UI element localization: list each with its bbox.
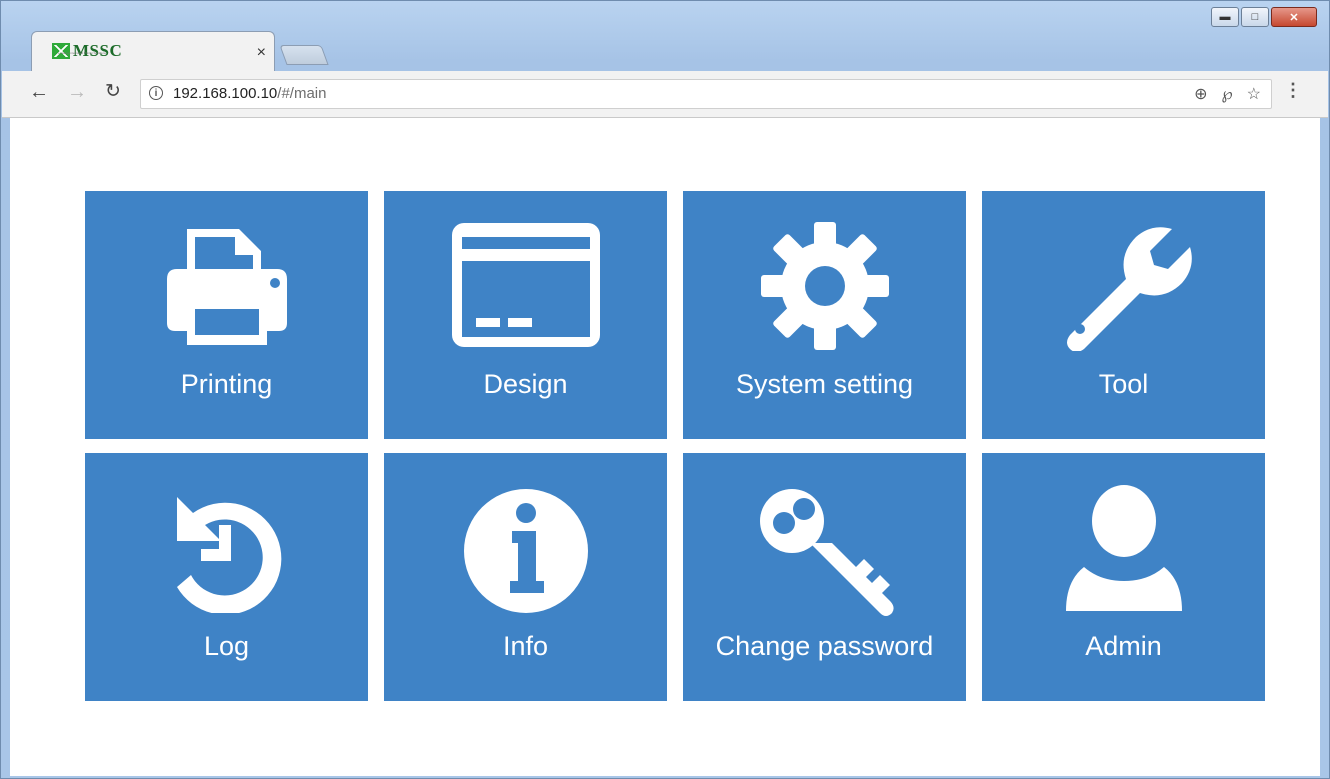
menu-grid: Printing Design System setting Tool Log …: [85, 191, 1265, 701]
close-window-button[interactable]: ✕: [1271, 7, 1317, 27]
new-tab-button[interactable]: [279, 45, 329, 65]
back-icon[interactable]: ←: [28, 81, 50, 103]
history-icon: [176, 497, 281, 613]
tile-label: Change password: [715, 631, 934, 661]
zoom-icon[interactable]: ⊕: [1194, 84, 1207, 104]
url-text[interactable]: 192.168.100.10/#/main: [173, 85, 326, 102]
user-icon: [1065, 485, 1182, 611]
site-info-icon[interactable]: i: [149, 86, 163, 100]
pin-icon[interactable]: ℘: [1222, 84, 1233, 104]
page-content: Printing Design System setting Tool Log …: [10, 118, 1320, 776]
tile-label: Tool: [1098, 369, 1149, 399]
tile-label: Log: [203, 631, 250, 661]
url-path: /#/main: [277, 85, 327, 102]
window-controls: ▬ □ ✕: [1211, 7, 1317, 27]
browser-menu-icon[interactable]: ⋮: [1284, 81, 1302, 99]
browser-tab[interactable]: MSSC Leading Integrated Printer Solution…: [31, 31, 275, 72]
url-host: 192.168.100.10: [173, 85, 278, 102]
logo-tagline: Leading Integrated Printer Solutions: [58, 51, 106, 55]
tile-admin[interactable]: Admin: [982, 453, 1265, 701]
reload-icon[interactable]: ↻: [102, 81, 124, 103]
tile-label: Admin: [1085, 631, 1162, 661]
info-icon: [463, 489, 588, 613]
browser-toolbar: ← → ↻ i 192.168.100.10/#/main ⊕ ℘ ☆ ⋮: [2, 71, 1328, 118]
wrench-icon: [1066, 227, 1192, 351]
forward-icon[interactable]: →: [66, 81, 88, 103]
tile-tool[interactable]: Tool: [982, 191, 1265, 439]
gear-icon: [760, 222, 889, 350]
omnibox-icons: ⊕ ℘ ☆: [1194, 84, 1261, 104]
tile-label: Design: [483, 369, 568, 399]
tile-design[interactable]: Design: [384, 191, 667, 439]
printer-icon: [166, 229, 287, 345]
tile-info[interactable]: Info: [384, 453, 667, 701]
minimize-button[interactable]: ▬: [1211, 7, 1239, 27]
bookmark-star-icon[interactable]: ☆: [1247, 84, 1261, 104]
tile-printing[interactable]: Printing: [85, 191, 368, 439]
tile-label: Info: [502, 631, 549, 661]
tile-label: Printing: [180, 369, 273, 399]
maximize-button[interactable]: □: [1241, 7, 1269, 27]
address-bar[interactable]: i 192.168.100.10/#/main ⊕ ℘ ☆: [140, 79, 1272, 109]
tab-close-icon[interactable]: ×: [257, 44, 266, 62]
tile-system-setting[interactable]: System setting: [683, 191, 966, 439]
card-icon: [451, 223, 600, 347]
tile-change-password[interactable]: Change password: [683, 453, 966, 701]
browser-window: ▬ □ ✕ MSSC Leading Integrated Printer So…: [0, 0, 1330, 779]
tile-log[interactable]: Log: [85, 453, 368, 701]
tile-label: System setting: [735, 369, 914, 399]
key-icon: [759, 489, 894, 616]
